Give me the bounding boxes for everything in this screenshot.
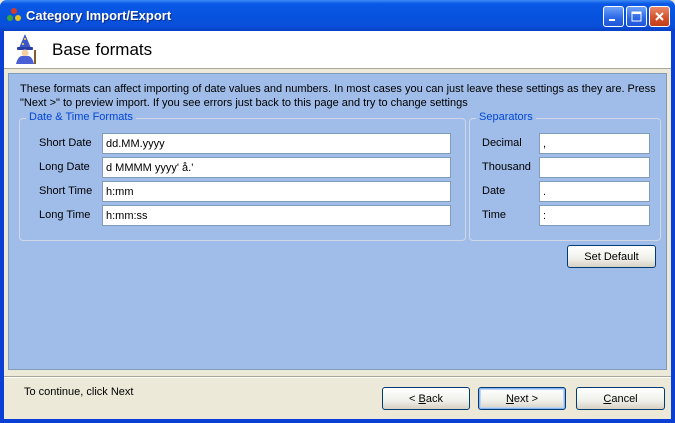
long-time-label: Long Time xyxy=(39,209,91,221)
continue-instruction: To continue, click Next xyxy=(24,386,134,398)
cancel-label-rest: ancel xyxy=(611,392,638,405)
next-button[interactable]: Next > xyxy=(478,387,566,410)
minimize-button[interactable] xyxy=(603,6,624,27)
date-separator-input[interactable] xyxy=(539,181,650,202)
cancel-button[interactable]: Cancel xyxy=(576,387,665,410)
category-app-icon xyxy=(7,8,21,21)
dialog-window: Category Import/Export Base formats Thes… xyxy=(0,0,675,423)
maximize-button[interactable] xyxy=(626,6,647,27)
long-date-input[interactable] xyxy=(102,157,451,178)
maximize-icon xyxy=(631,11,642,22)
short-time-input[interactable] xyxy=(102,181,451,202)
next-label-rest: ext > xyxy=(513,392,539,405)
long-time-input[interactable] xyxy=(102,205,451,226)
footer-divider-highlight xyxy=(4,377,671,378)
back-button[interactable]: < Back xyxy=(382,387,470,410)
decimal-label: Decimal xyxy=(482,137,522,149)
window-title: Category Import/Export xyxy=(26,8,172,23)
title-bar[interactable]: Category Import/Export xyxy=(0,0,675,31)
decimal-separator-input[interactable] xyxy=(539,133,650,154)
close-icon xyxy=(655,12,664,21)
page-title: Base formats xyxy=(52,40,153,59)
thousand-separator-input[interactable] xyxy=(539,157,650,178)
wizard-header: Base formats xyxy=(4,31,671,69)
wizard-icon xyxy=(16,34,36,64)
back-label-accel: B xyxy=(418,392,426,405)
next-label-accel: N xyxy=(505,392,514,405)
short-date-input[interactable] xyxy=(102,133,451,154)
time-separator-input[interactable] xyxy=(539,205,650,226)
datetime-legend: Date & Time Formats xyxy=(26,111,136,123)
description-text: These formats can affect importing of da… xyxy=(20,83,656,109)
datetime-formats-group: Date & Time Formats Short Date Long Date… xyxy=(19,111,466,241)
date-separator-label: Date xyxy=(482,185,506,197)
short-time-label: Short Time xyxy=(39,185,93,197)
close-button[interactable] xyxy=(649,6,670,27)
content-panel: These formats can affect importing of da… xyxy=(8,73,667,398)
back-label-rest: ack xyxy=(425,392,443,405)
set-default-button[interactable]: Set Default xyxy=(567,245,656,268)
time-separator-label: Time xyxy=(482,209,507,221)
thousand-label: Thousand xyxy=(482,161,531,173)
long-date-label: Long Date xyxy=(39,161,90,173)
short-date-label: Short Date xyxy=(39,137,92,149)
separators-legend: Separators xyxy=(476,111,536,123)
back-label-prefix: < xyxy=(409,392,419,405)
separators-group: Separators Decimal Thousand Date Time xyxy=(469,111,661,241)
dialog-client: Base formats These formats can affect im… xyxy=(4,31,671,419)
minimize-icon xyxy=(609,19,615,21)
